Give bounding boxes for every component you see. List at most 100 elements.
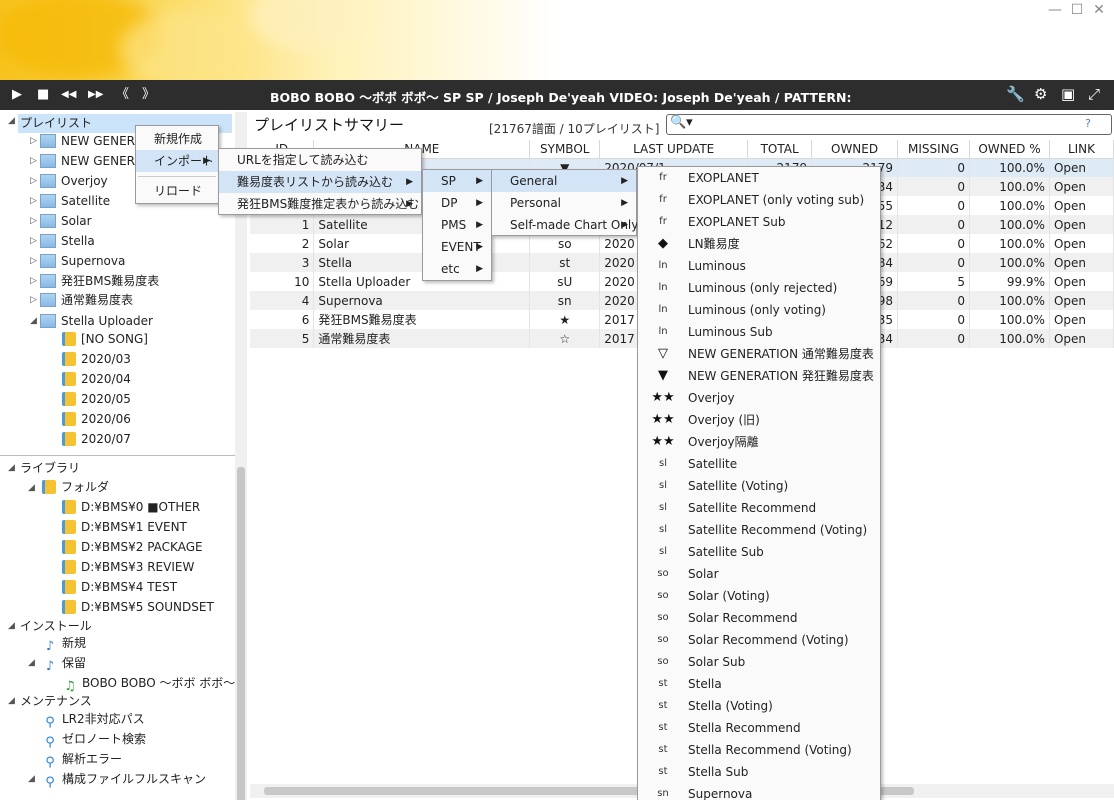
cell-link[interactable]: Open: [1049, 158, 1114, 177]
play-button[interactable]: ▶: [12, 86, 22, 104]
close-button[interactable]: ✕: [1088, 2, 1110, 18]
menu-item-table[interactable]: ▽ NEW GENERATION 通常難易度表: [638, 343, 880, 365]
image-icon[interactable]: ▣: [1061, 85, 1075, 103]
tree-playlist-item[interactable]: ▷ NEW GENERA: [30, 152, 143, 171]
scrollbar-thumb[interactable]: [237, 467, 245, 800]
menu-item-table[interactable]: ln Luminous Sub: [638, 321, 880, 343]
tree-folder-root[interactable]: フォルダ: [42, 478, 109, 497]
tree-install-item[interactable]: ♪ 新規: [42, 634, 86, 654]
cell-link[interactable]: Open: [1049, 329, 1114, 348]
tree-playlist-item[interactable]: ▷ Stella: [30, 232, 95, 251]
menu-item-dp[interactable]: DP ▶: [423, 192, 491, 214]
tree-playlist-item[interactable]: ▷ NEW GENERA: [30, 132, 143, 151]
menu-item-table[interactable]: ★★ Overjoy (旧): [638, 409, 880, 431]
cell-link[interactable]: Open: [1049, 253, 1114, 272]
menu-item-self-made[interactable]: Self-made Chart Only ▶: [492, 214, 638, 236]
tree-folder-item[interactable]: D:¥BMS¥4 TEST: [62, 578, 177, 597]
collapse-icon[interactable]: ◢: [28, 774, 35, 784]
menu-item-table[interactable]: st Stella (Voting): [638, 695, 880, 717]
fullscreen-icon[interactable]: ⤢: [1088, 85, 1100, 103]
stop-button[interactable]: ■: [37, 86, 49, 104]
tree-install-item[interactable]: ♪ 保留: [42, 654, 86, 674]
menu-item-table[interactable]: so Solar: [638, 563, 880, 585]
expand-icon[interactable]: ▷: [30, 212, 37, 231]
tree-pending-item[interactable]: ♫ BOBO BOBO ～ボボ ボボ～ SI: [62, 674, 247, 694]
tree-maintenance-item[interactable]: ⚲ LR2非対応パス: [42, 710, 144, 730]
tree-playlist-item[interactable]: ▷ 発狂BMS難易度表: [30, 272, 159, 291]
collapse-icon[interactable]: ◢: [8, 116, 15, 126]
cell-link[interactable]: Open: [1049, 310, 1114, 329]
column-header-last-update[interactable]: LAST UPDATE: [599, 140, 749, 159]
expand-icon[interactable]: ▷: [30, 272, 37, 291]
menu-item-table[interactable]: sl Satellite Sub: [638, 541, 880, 563]
tree-folder-item[interactable]: D:¥BMS¥1 EVENT: [62, 518, 187, 537]
menu-item-load-table-list[interactable]: 難易度表リストから読み込む ▶: [219, 171, 421, 193]
cell-link[interactable]: Open: [1049, 272, 1114, 291]
collapse-icon[interactable]: ◢: [28, 658, 35, 668]
collapse-icon[interactable]: ◢: [30, 312, 37, 331]
cell-link[interactable]: Open: [1049, 196, 1114, 215]
collapse-icon[interactable]: ◢: [8, 696, 15, 706]
menu-item-event[interactable]: EVENT ▶: [423, 236, 491, 258]
expand-icon[interactable]: ▷: [30, 291, 37, 310]
menu-item-load-estimate-table[interactable]: 発狂BMS難度推定表から読み込む ▶: [219, 193, 421, 215]
collapse-icon[interactable]: ◢: [8, 463, 15, 473]
tree-folder-item[interactable]: D:¥BMS¥0 ■OTHER: [62, 498, 200, 517]
search-icon[interactable]: 🔍▾: [670, 115, 693, 130]
menu-item-pms[interactable]: PMS ▶: [423, 214, 491, 236]
menu-item-reload[interactable]: リロード: [136, 180, 218, 202]
column-header-missing[interactable]: MISSING: [897, 140, 970, 159]
cell-link[interactable]: Open: [1049, 291, 1114, 310]
menu-item-table[interactable]: so Solar Recommend (Voting): [638, 629, 880, 651]
menu-item-table[interactable]: so Solar (Voting): [638, 585, 880, 607]
menu-item-import[interactable]: インポート ▶: [136, 150, 218, 172]
menu-item-table[interactable]: st Stella Recommend: [638, 717, 880, 739]
menu-item-table[interactable]: fr EXOPLANET (only voting sub): [638, 189, 880, 211]
menu-item-table[interactable]: st Stella: [638, 673, 880, 695]
tree-folder-item[interactable]: 2020/04: [62, 370, 131, 389]
collapse-icon[interactable]: ◢: [8, 621, 15, 631]
menu-item-general[interactable]: General ▶: [492, 170, 636, 192]
tree-maintenance-item[interactable]: ⚲ 解析エラー: [42, 750, 122, 770]
menu-item-table[interactable]: fr EXOPLANET Sub: [638, 211, 880, 233]
menu-item-table[interactable]: sl Satellite: [638, 453, 880, 475]
cell-link[interactable]: Open: [1049, 177, 1114, 196]
menu-item-table[interactable]: sl Satellite Recommend (Voting): [638, 519, 880, 541]
menu-item-table[interactable]: st Stella Sub: [638, 761, 880, 783]
tree-maintenance-item[interactable]: ⚲ 構成ファイルフルスキャン: [42, 770, 206, 790]
menu-item-table[interactable]: fr EXOPLANET: [638, 167, 880, 189]
expand-icon[interactable]: ▷: [30, 132, 37, 151]
menu-item-table[interactable]: ln Luminous: [638, 255, 880, 277]
menu-item-table[interactable]: st Stella Recommend (Voting): [638, 739, 880, 761]
expand-icon[interactable]: ▷: [30, 152, 37, 171]
menu-item-table[interactable]: sl Satellite Recommend: [638, 497, 880, 519]
menu-item-table[interactable]: ★★ Overjoy隔離: [638, 431, 880, 453]
tree-folder-item[interactable]: D:¥BMS¥3 REVIEW: [62, 558, 194, 577]
tree-playlist-item[interactable]: ▷ Satellite: [30, 192, 110, 211]
search-box[interactable]: 🔍▾ ?: [666, 114, 1112, 135]
rewind-button[interactable]: ◀◀: [61, 86, 76, 104]
expand-icon[interactable]: ▷: [30, 192, 37, 211]
menu-item-etc[interactable]: etc ▶: [423, 258, 491, 280]
tree-playlist-item[interactable]: ▷ 通常難易度表: [30, 291, 133, 310]
menu-item-personal[interactable]: Personal ▶: [492, 192, 636, 214]
tree-playlist-item[interactable]: ▷ Supernova: [30, 252, 125, 271]
tree-scrollbar[interactable]: [235, 112, 247, 800]
maximize-button[interactable]: ☐: [1066, 2, 1088, 18]
menu-item-table[interactable]: ▼ NEW GENERATION 発狂難易度表: [638, 365, 880, 387]
menu-item-table[interactable]: sn Supernova: [638, 783, 880, 800]
tree-folder-item[interactable]: 2020/03: [62, 350, 131, 369]
tree-folder-item[interactable]: D:¥BMS¥2 PACKAGE: [62, 538, 203, 557]
column-header-owned-percent[interactable]: OWNED %: [969, 140, 1050, 159]
tree-playlist-item[interactable]: ▷ Overjoy: [30, 172, 108, 191]
expand-icon[interactable]: ▷: [30, 232, 37, 251]
next-button[interactable]: 》: [142, 86, 155, 104]
cell-link[interactable]: Open: [1049, 234, 1114, 253]
column-header-link[interactable]: LINK: [1049, 140, 1114, 159]
tree-folder-item[interactable]: [NO SONG]: [62, 330, 148, 349]
gear-icon[interactable]: ⚙: [1034, 85, 1047, 103]
tree-folder-item[interactable]: 2020/07: [62, 430, 131, 449]
collapse-icon[interactable]: ◢: [28, 483, 35, 493]
menu-item-table[interactable]: sl Satellite (Voting): [638, 475, 880, 497]
tree-library-root[interactable]: ライブラリ: [20, 459, 80, 478]
